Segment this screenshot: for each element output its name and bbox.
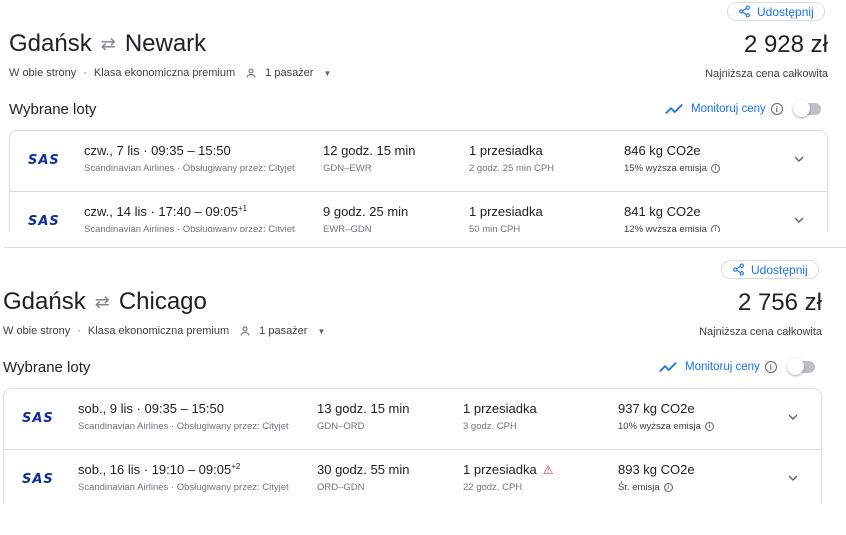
trip-panel-chicago: Udostępnij Gdańsk ⇄ Chicago 2 756 zł W o…: [0, 258, 846, 504]
info-icon[interactable]: i: [704, 422, 714, 431]
flight-row[interactable]: SAS czw., 7 lis · 09:35 – 15:50 Scandina…: [10, 131, 827, 191]
route-title: Gdańsk ⇄ Chicago: [3, 288, 207, 316]
flight-duration: 12 godz. 15 min: [323, 143, 416, 158]
flight-duration: 13 godz. 15 min: [317, 401, 410, 416]
airline-logo: SAS: [22, 472, 54, 487]
flight-times: czw., 14 lis · 17:40 – 09:05+1: [84, 204, 248, 219]
layover: 22 godz. CPH: [463, 482, 523, 493]
stops: 1 przesiadka: [463, 401, 537, 416]
monitor-label: Monitoruj ceny: [685, 361, 760, 373]
person-icon: [245, 67, 257, 79]
airline-name: Scandinavian Airlines · Obsługiwany prze…: [84, 224, 295, 232]
airline-name: Scandinavian Airlines · Obsługiwany prze…: [78, 482, 289, 493]
section-title: Wybrane loty: [3, 359, 91, 376]
airline-name: Scandinavian Airlines · Obsługiwany prze…: [78, 421, 289, 432]
stops: 1 przesiadka ⚠: [463, 462, 554, 477]
share-icon: [739, 5, 750, 18]
trend-chart-icon: [659, 361, 677, 373]
emission-note: 12% wyższa emisja i: [624, 224, 720, 232]
trip-type[interactable]: W obie strony: [9, 67, 76, 79]
emission-note: 15% wyższa emisja i: [624, 163, 720, 174]
flight-times: sob., 16 lis · 19:10 – 09:05+2: [78, 462, 241, 477]
info-icon[interactable]: i: [770, 103, 783, 115]
trip-type[interactable]: W obie strony: [3, 325, 70, 337]
chevron-down-icon[interactable]: [785, 409, 801, 425]
airline-logo: SAS: [22, 411, 54, 426]
person-icon: [239, 325, 251, 337]
share-button[interactable]: Udostępnij: [721, 260, 819, 279]
co2-value: 937 kg CO2e: [618, 401, 695, 416]
share-icon: [733, 263, 744, 276]
flight-duration: 9 godz. 25 min: [323, 204, 409, 219]
swap-arrows-icon: ⇄: [100, 33, 116, 54]
monitor-prices[interactable]: Monitoruj ceny i: [665, 100, 821, 117]
info-icon[interactable]: i: [764, 361, 777, 373]
origin-city: Gdańsk: [3, 288, 86, 315]
origin-city: Gdańsk: [9, 30, 92, 57]
destination-city: Newark: [124, 30, 207, 57]
emission-note: 10% wyższa emisja i: [618, 421, 714, 432]
monitor-prices[interactable]: Monitoruj ceny i: [659, 358, 815, 375]
layover: 3 godz. CPH: [463, 421, 517, 432]
co2-value: 893 kg CO2e: [618, 462, 695, 477]
layover: 2 godz. 25 min CPH: [469, 163, 555, 174]
flight-row[interactable]: SAS sob., 16 lis · 19:10 – 09:05+2 Scand…: [4, 449, 821, 504]
co2-value: 846 kg CO2e: [624, 143, 701, 158]
share-label: Udostępnij: [757, 4, 814, 19]
trip-panel-newark: Udostępnij Gdańsk ⇄ Newark 2 928 zł W ob…: [0, 0, 846, 232]
route-codes: EWR–GDN: [323, 224, 372, 232]
route-codes: ORD–GDN: [317, 482, 365, 493]
swap-arrows-icon: ⇄: [94, 291, 110, 312]
share-button[interactable]: Udostępnij: [727, 2, 825, 21]
dropdown-caret-icon[interactable]: ▼: [317, 327, 325, 336]
flight-row[interactable]: SAS sob., 9 lis · 09:35 – 15:50 Scandina…: [4, 389, 821, 449]
price-note: Najniższa cena całkowita: [699, 326, 822, 338]
destination-city: Chicago: [118, 288, 207, 315]
total-price: 2 928 zł: [743, 31, 828, 58]
share-label: Udostępnij: [751, 262, 808, 277]
passenger-count[interactable]: 1 pasażer: [265, 67, 313, 79]
price-note: Najniższa cena całkowita: [705, 68, 828, 80]
flight-row[interactable]: SAS czw., 14 lis · 17:40 – 09:05+1 Scand…: [10, 191, 827, 232]
emission-note: Śr. emisja i: [618, 482, 673, 493]
chevron-down-icon[interactable]: [785, 470, 801, 486]
dropdown-caret-icon[interactable]: ▼: [323, 69, 331, 78]
flights-card: SAS sob., 9 lis · 09:35 – 15:50 Scandina…: [3, 388, 822, 504]
route-codes: GDN–EWR: [323, 163, 372, 174]
warning-icon[interactable]: ⚠: [543, 463, 554, 477]
info-icon[interactable]: i: [710, 164, 720, 173]
monitor-label: Monitoruj ceny: [691, 103, 766, 115]
chevron-down-icon[interactable]: [791, 151, 807, 167]
trip-options: W obie strony · Klasa ekonomiczna premiu…: [9, 67, 332, 79]
monitor-toggle[interactable]: [792, 100, 821, 117]
total-price: 2 756 zł: [737, 289, 822, 316]
trip-options: W obie strony · Klasa ekonomiczna premiu…: [3, 325, 326, 337]
flight-times: czw., 7 lis · 09:35 – 15:50: [84, 143, 231, 158]
route-title: Gdańsk ⇄ Newark: [9, 30, 206, 58]
cabin-class[interactable]: Klasa ekonomiczna premium: [94, 67, 235, 79]
info-icon[interactable]: i: [663, 483, 673, 492]
info-icon[interactable]: i: [710, 225, 720, 232]
flight-times: sob., 9 lis · 09:35 – 15:50: [78, 401, 224, 416]
monitor-toggle[interactable]: [786, 358, 815, 375]
stops: 1 przesiadka: [469, 204, 543, 219]
stops: 1 przesiadka: [469, 143, 543, 158]
cabin-class[interactable]: Klasa ekonomiczna premium: [88, 325, 229, 337]
section-title: Wybrane loty: [9, 101, 97, 118]
co2-value: 841 kg CO2e: [624, 204, 701, 219]
flights-card: SAS czw., 7 lis · 09:35 – 15:50 Scandina…: [9, 130, 828, 232]
divider: [4, 247, 846, 248]
airline-logo: SAS: [28, 214, 60, 229]
passenger-count[interactable]: 1 pasażer: [259, 325, 307, 337]
layover: 50 min CPH: [469, 224, 521, 232]
airline-name: Scandinavian Airlines · Obsługiwany prze…: [84, 163, 295, 174]
flight-duration: 30 godz. 55 min: [317, 462, 410, 477]
airline-logo: SAS: [28, 153, 60, 168]
chevron-down-icon[interactable]: [791, 212, 807, 228]
trend-chart-icon: [665, 103, 683, 115]
route-codes: GDN–ORD: [317, 421, 365, 432]
